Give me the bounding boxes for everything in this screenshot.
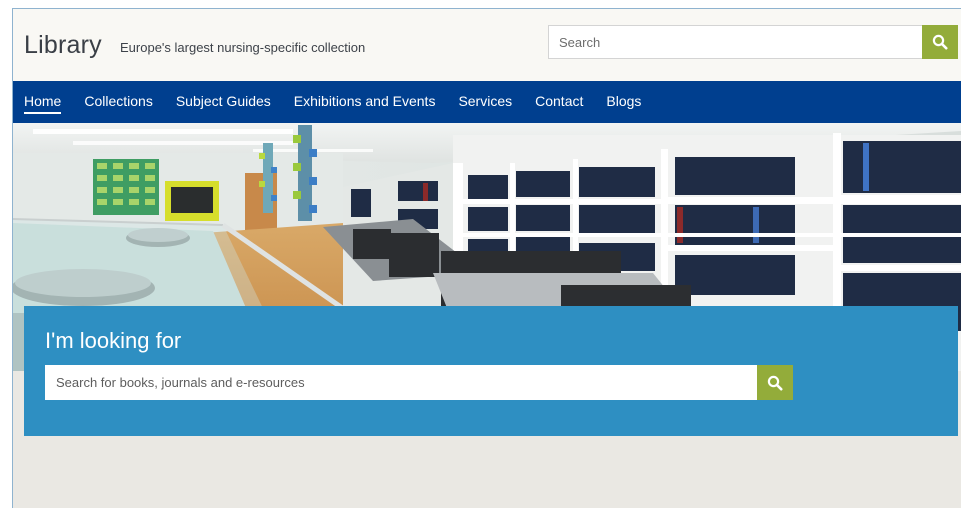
nav-item-exhibitions-and-events[interactable]: Exhibitions and Events — [294, 93, 436, 111]
nav-item-contact[interactable]: Contact — [535, 93, 583, 111]
resource-search — [45, 365, 793, 400]
header-search-button[interactable] — [922, 25, 958, 59]
site-header: Library Europe's largest nursing-specifi… — [13, 9, 961, 81]
nav-item-collections[interactable]: Collections — [84, 93, 152, 111]
header-search-input[interactable] — [548, 25, 922, 59]
header-search — [548, 25, 958, 59]
site-tagline: Europe's largest nursing-specific collec… — [120, 40, 366, 55]
search-icon — [932, 34, 948, 50]
resource-search-input[interactable] — [45, 365, 757, 400]
search-panel-title: I'm looking for — [45, 328, 182, 353]
search-icon — [767, 375, 783, 390]
nav-item-blogs[interactable]: Blogs — [606, 93, 641, 111]
nav-item-subject-guides[interactable]: Subject Guides — [176, 93, 271, 111]
site-logo[interactable]: Library — [24, 31, 102, 60]
main-nav: Home Collections Subject Guides Exhibiti… — [13, 81, 961, 123]
nav-item-services[interactable]: Services — [458, 93, 512, 111]
search-panel: I'm looking for — [24, 306, 958, 436]
resource-search-button[interactable] — [757, 365, 793, 400]
page-frame: Library Europe's largest nursing-specifi… — [12, 8, 961, 508]
nav-item-home[interactable]: Home — [24, 93, 62, 114]
